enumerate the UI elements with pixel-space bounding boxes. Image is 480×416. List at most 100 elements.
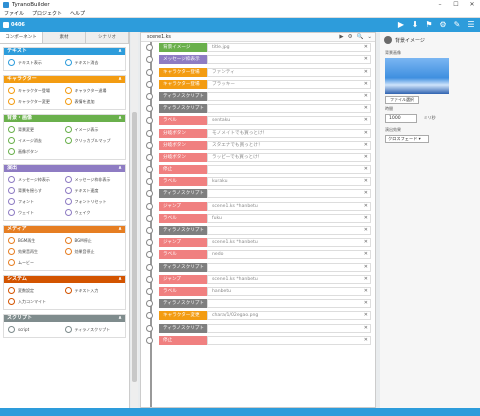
row-value-field[interactable]: hanbetu ✕ <box>207 286 371 296</box>
component-item[interactable]: テキスト消去 <box>64 57 122 68</box>
row-value-field[interactable]: ✕ <box>207 262 371 272</box>
delete-row-icon[interactable]: ✕ <box>364 69 368 76</box>
component-item[interactable]: キャラクター変更 <box>8 96 65 107</box>
category-header[interactable]: メディア ∧ <box>4 226 125 233</box>
category-header[interactable]: テキスト ∧ <box>4 48 125 55</box>
menu-file[interactable]: ファイル <box>4 10 24 17</box>
category-header[interactable]: システム ∧ <box>4 276 125 283</box>
component-item[interactable]: キャラクター登場 <box>8 85 65 96</box>
category-header[interactable]: スクリプト ∧ <box>4 315 125 322</box>
chevron-up-icon[interactable]: ∧ <box>118 76 122 83</box>
component-item[interactable]: BGM再生 <box>8 235 65 246</box>
scenario-row[interactable]: ティラノスクリプト ✕ <box>146 91 375 103</box>
scenario-row[interactable]: ラベル nedo ✕ <box>146 250 375 261</box>
menu-icon[interactable]: ☰ <box>466 20 476 30</box>
delete-row-icon[interactable]: ✕ <box>364 190 368 197</box>
delete-row-icon[interactable]: ✕ <box>364 337 368 344</box>
chevron-up-icon[interactable]: ∧ <box>118 165 122 172</box>
row-value-field[interactable]: ✕ <box>207 165 371 175</box>
component-item[interactable]: ムービー <box>8 257 65 268</box>
component-item[interactable]: 表情を追加 <box>64 96 122 107</box>
row-value-field[interactable]: ✕ <box>207 55 371 65</box>
component-item[interactable]: クリッカブルマップ <box>64 135 122 146</box>
search-icon[interactable]: 🔍 <box>357 33 364 42</box>
delete-row-icon[interactable]: ✕ <box>364 105 368 112</box>
category-header[interactable]: キャラクター ∧ <box>4 76 125 83</box>
scenario-row[interactable]: 停止 ✕ <box>146 335 375 347</box>
component-item[interactable]: ティラノスクリプト <box>64 324 122 335</box>
scenario-row[interactable]: 分岐ボタン スタエナでも買っとけ！ ✕ <box>146 140 375 152</box>
component-item[interactable]: ウェイト <box>8 207 65 218</box>
maximize-button[interactable]: ☐ <box>448 0 464 9</box>
delete-row-icon[interactable]: ✕ <box>364 276 368 283</box>
delete-row-icon[interactable]: ✕ <box>364 154 368 161</box>
delete-row-icon[interactable]: ✕ <box>364 312 368 319</box>
scenario-row[interactable]: 分岐ボタン ラッピーでも買っとけ！ ✕ <box>146 152 375 164</box>
scenario-row[interactable]: ティラノスクリプト ✕ <box>146 262 375 274</box>
category-header[interactable]: 演出 ∧ <box>4 165 125 172</box>
row-value-field[interactable]: ラッピーでも買っとけ！ ✕ <box>207 152 371 162</box>
delete-row-icon[interactable]: ✕ <box>364 251 368 258</box>
scenario-row[interactable]: ティラノスクリプト ✕ <box>146 226 375 237</box>
settings-icon[interactable]: ⚙ <box>348 33 353 42</box>
tab-components[interactable]: コンポーネント <box>0 32 43 43</box>
component-item[interactable]: BGM停止 <box>64 235 122 246</box>
row-value-field[interactable]: ✕ <box>207 335 371 345</box>
row-value-field[interactable]: ✕ <box>207 323 371 333</box>
row-value-field[interactable]: scene1.ks *hanbetu ✕ <box>207 238 371 248</box>
effect-select[interactable]: クロスフェード ▾ <box>385 135 429 143</box>
component-item[interactable]: 変数設定 <box>8 285 65 296</box>
scenario-row[interactable]: メッセージ枠表示 ✕ <box>146 55 375 66</box>
component-item[interactable]: フォントリセット <box>64 196 122 207</box>
component-item[interactable]: script <box>8 324 65 335</box>
scenario-row[interactable]: キャラクター変更 chara/1/02egao.png ✕ <box>146 311 375 322</box>
row-value-field[interactable]: kuraku ✕ <box>207 177 371 187</box>
row-value-field[interactable]: chara/1/02egao.png ✕ <box>207 311 371 321</box>
delete-row-icon[interactable]: ✕ <box>364 325 368 332</box>
settings-icon[interactable]: ⚙ <box>438 20 448 30</box>
delete-row-icon[interactable]: ✕ <box>364 264 368 271</box>
delete-row-icon[interactable]: ✕ <box>364 239 368 246</box>
play-icon[interactable]: ▶ <box>396 20 406 30</box>
row-value-field[interactable]: ✕ <box>207 189 371 199</box>
component-item[interactable]: 画像ボタン <box>8 146 65 157</box>
tab-scenario[interactable]: シナリオ <box>86 32 129 43</box>
row-value-field[interactable]: nedo ✕ <box>207 250 371 260</box>
chevron-up-icon[interactable]: ∧ <box>118 48 122 55</box>
row-value-field[interactable]: ✕ <box>207 226 371 235</box>
menu-help[interactable]: ヘルプ <box>70 10 85 17</box>
close-button[interactable]: ✕ <box>464 0 480 9</box>
scenario-row[interactable]: キャラクター登場 ブラッキー ✕ <box>146 79 375 91</box>
component-item[interactable]: イメージ消去 <box>8 135 65 146</box>
delete-row-icon[interactable]: ✕ <box>364 203 368 210</box>
scenario-row[interactable]: 分岐ボタン モノメイトでも買っとけ！ ✕ <box>146 128 375 140</box>
project-tab[interactable]: 0406 <box>3 21 25 29</box>
delete-row-icon[interactable]: ✕ <box>364 300 368 307</box>
scrollbar-thumb[interactable] <box>132 112 137 382</box>
scenario-row[interactable]: キャラクター登場 ファンティ ✕ <box>146 67 375 79</box>
component-item[interactable]: テキスト速度 <box>64 185 122 196</box>
scenario-row[interactable]: ティラノスクリプト ✕ <box>146 299 375 310</box>
row-value-field[interactable]: ✕ <box>207 104 371 114</box>
delete-row-icon[interactable]: ✕ <box>364 93 368 100</box>
delete-row-icon[interactable]: ✕ <box>364 142 368 149</box>
component-item[interactable]: テキスト入力 <box>64 285 122 296</box>
delete-row-icon[interactable]: ✕ <box>364 166 368 173</box>
component-item[interactable]: メッセージ枠非表示 <box>64 174 122 185</box>
character-icon[interactable]: ⚑ <box>424 20 434 30</box>
delete-row-icon[interactable]: ✕ <box>364 81 368 88</box>
row-value-field[interactable]: scene1.ks *hanbetu ✕ <box>207 201 371 211</box>
chevron-up-icon[interactable]: ∧ <box>118 115 122 122</box>
scenario-row[interactable]: ティラノスクリプト ✕ <box>146 323 375 335</box>
scenario-row[interactable]: ティラノスクリプト ✕ <box>146 189 375 200</box>
row-value-field[interactable]: ✕ <box>207 91 371 101</box>
tools-icon[interactable]: ✎ <box>452 20 462 30</box>
delete-row-icon[interactable]: ✕ <box>364 178 368 185</box>
component-scrollbar[interactable] <box>131 32 138 408</box>
component-item[interactable]: イメージ表示 <box>64 124 122 135</box>
row-value-field[interactable]: ✕ <box>207 299 371 309</box>
scenario-row[interactable]: 背景イメージ title.jpg ✕ <box>146 43 375 54</box>
row-value-field[interactable]: fuku ✕ <box>207 213 371 223</box>
component-item[interactable]: 背景を揺らす <box>8 185 65 196</box>
time-input[interactable]: 1000 <box>385 114 417 123</box>
